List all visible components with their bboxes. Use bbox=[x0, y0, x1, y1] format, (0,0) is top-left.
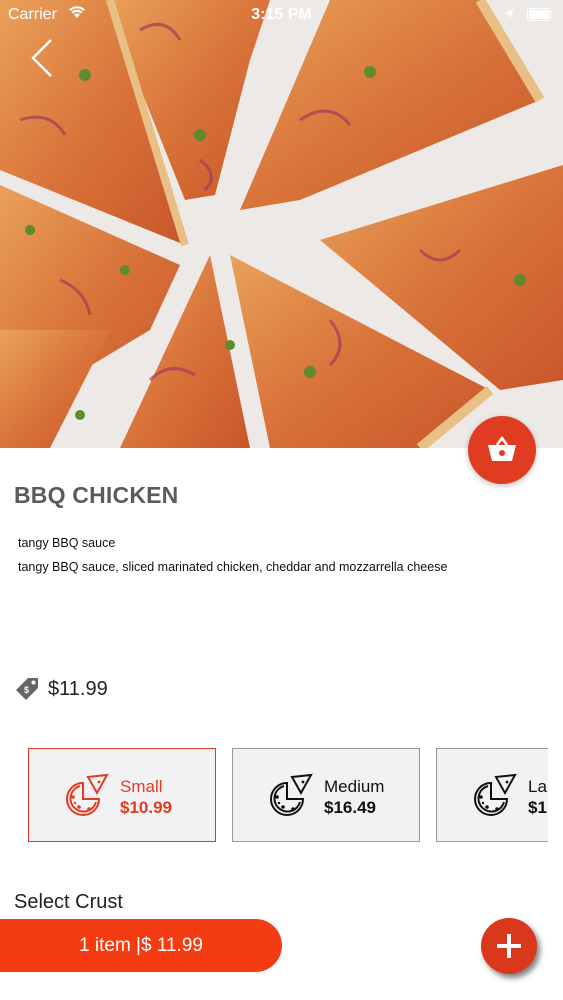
size-name: La bbox=[528, 777, 547, 796]
pizza-icon bbox=[265, 771, 315, 826]
price-tag-icon: $ bbox=[16, 678, 38, 700]
size-option-large[interactable]: La $1 bbox=[436, 748, 548, 842]
add-to-cart-button[interactable] bbox=[481, 918, 537, 974]
size-option-small[interactable]: Small $10.99 bbox=[28, 748, 216, 842]
product-long-description: tangy BBQ sauce, sliced marinated chicke… bbox=[18, 560, 448, 574]
size-name: Medium bbox=[324, 777, 385, 796]
cart-summary-button[interactable]: 1 item |$ 11.99 bbox=[0, 919, 282, 972]
size-selector: Small $10.99 Medium $16.49 La $1 bbox=[0, 748, 548, 844]
price-row: $ $11.99 bbox=[14, 676, 108, 702]
size-price: $10.99 bbox=[120, 798, 172, 817]
product-price: $11.99 bbox=[48, 677, 108, 700]
product-short-description: tangy BBQ sauce bbox=[18, 536, 116, 550]
location-icon bbox=[503, 7, 515, 25]
product-title: BBQ CHICKEN bbox=[14, 482, 179, 508]
size-option-medium[interactable]: Medium $16.49 bbox=[232, 748, 420, 842]
clock-label: 3:15 PM bbox=[251, 6, 312, 23]
svg-text:$: $ bbox=[24, 685, 29, 695]
cart-button[interactable] bbox=[468, 416, 536, 484]
size-name: Small bbox=[120, 777, 163, 796]
status-bar: Carrier 3:15 PM bbox=[0, 0, 563, 30]
plus-icon bbox=[497, 934, 521, 958]
chevron-left-icon bbox=[31, 39, 52, 77]
pizza-icon bbox=[61, 771, 111, 826]
battery-icon bbox=[527, 8, 551, 21]
size-price: $16.49 bbox=[324, 798, 376, 817]
basket-icon bbox=[488, 436, 516, 461]
back-button[interactable] bbox=[28, 36, 58, 80]
size-price: $1 bbox=[528, 798, 547, 817]
pizza-icon bbox=[469, 771, 519, 826]
product-hero-image bbox=[0, 0, 563, 448]
select-crust-label: Select Crust bbox=[14, 891, 123, 913]
